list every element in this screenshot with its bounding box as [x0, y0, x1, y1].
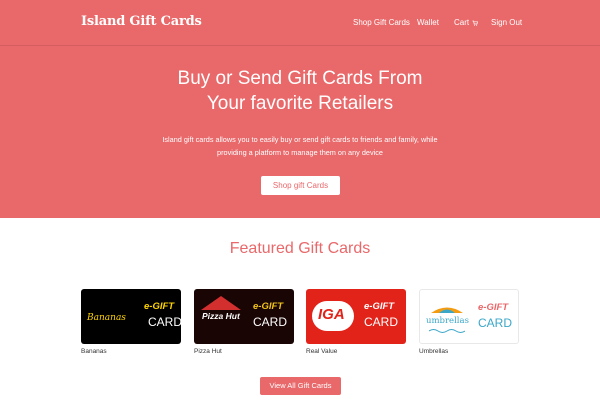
iga-logo: IGA: [318, 306, 345, 323]
hero-title-line-2: Your favorite Retailers: [206, 93, 394, 114]
gift-card-name-umbrellas[interactable]: Umbrellas: [419, 348, 448, 355]
card-card-label: CARD: [253, 315, 288, 329]
shop-gift-cards-button[interactable]: Shop gift Cards: [261, 176, 340, 195]
hero-subtitle-line-1: Island gift cards allows you to easily b…: [162, 135, 438, 144]
cart-icon: [472, 20, 479, 26]
hero-title-line-1: Buy or Send Gift Cards From: [177, 68, 423, 89]
nav-cart-label: Cart: [454, 18, 470, 27]
card-card-label: CARD: [148, 315, 181, 329]
card-egift-label: e-GIFT: [364, 301, 395, 312]
card-card-label: CARD: [478, 316, 513, 330]
card-egift-label: e-GIFT: [144, 301, 175, 312]
pizza-hut-roof-icon: [201, 296, 241, 310]
bananas-logo: Bananas: [87, 313, 126, 323]
gift-card-pizza-hut[interactable]: Pizza Hut e-GIFT CARD: [194, 289, 294, 344]
navbar: Island Gift Cards Shop Gift Cards Wallet…: [0, 0, 600, 46]
hero-section: Island Gift Cards Shop Gift Cards Wallet…: [0, 0, 600, 218]
view-all-gift-cards-button[interactable]: View All Gift Cards: [260, 377, 341, 395]
card-card-label: CARD: [364, 315, 399, 329]
hero-subtitle: Island gift cards allows you to easily b…: [140, 133, 460, 159]
gift-card-real-value[interactable]: IGA e-GIFT CARD: [306, 289, 406, 344]
gift-card-name-bananas[interactable]: Bananas: [81, 348, 107, 355]
brand-logo[interactable]: Island Gift Cards: [81, 14, 202, 29]
card-egift-label: e-GIFT: [478, 302, 509, 313]
nav-shop-gift-cards[interactable]: Shop Gift Cards: [353, 18, 410, 27]
card-egift-label: e-GIFT: [253, 301, 284, 312]
gift-card-umbrellas[interactable]: umbrellas e-GIFT CARD: [419, 289, 519, 344]
hero-subtitle-line-2: providing a platform to manage them on a…: [217, 148, 383, 157]
nav-cart[interactable]: Cart: [454, 18, 479, 27]
wave-icon: [429, 329, 465, 333]
nav-wallet[interactable]: Wallet: [417, 18, 439, 27]
hero-title: Buy or Send Gift Cards From Your favorit…: [0, 66, 600, 116]
gift-card-bananas[interactable]: Bananas e-GIFT CARD: [81, 289, 181, 344]
umbrella-icon: [431, 307, 463, 313]
nav-sign-out[interactable]: Sign Out: [491, 18, 522, 27]
pizza-hut-logo: Pizza Hut: [202, 311, 240, 321]
umbrellas-logo: umbrellas: [426, 316, 469, 326]
gift-card-name-real-value[interactable]: Real Value: [306, 348, 337, 355]
gift-card-name-pizza-hut[interactable]: Pizza Hut: [194, 348, 222, 355]
featured-title: Featured Gift Cards: [229, 240, 371, 257]
